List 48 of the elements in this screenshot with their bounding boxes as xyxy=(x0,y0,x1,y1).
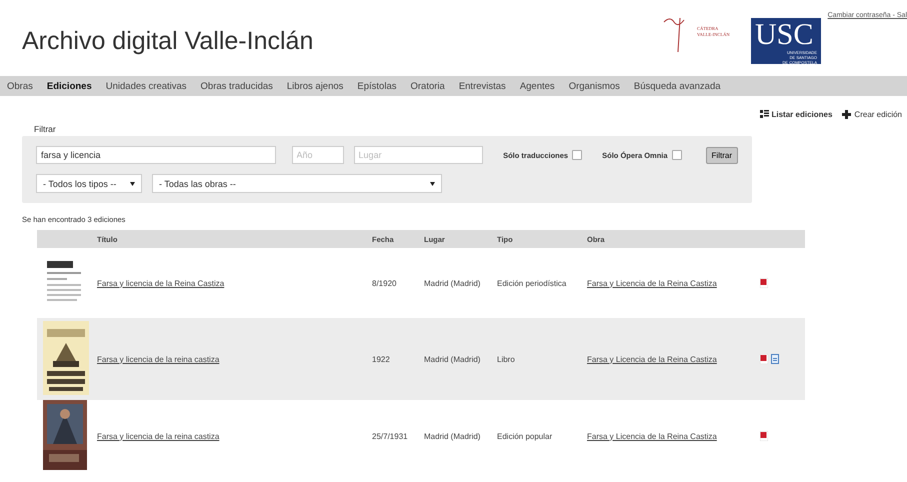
work-dropdown[interactable]: - Todas las obras -- xyxy=(152,174,442,193)
year-field[interactable]: Año xyxy=(292,146,344,164)
place-cell: Madrid (Madrid) xyxy=(424,432,480,440)
date-cell: 8/1920 xyxy=(372,278,396,288)
title-link[interactable]: Farsa y licencia de la reina castiza xyxy=(97,354,220,364)
place-field[interactable]: Lugar xyxy=(354,146,484,164)
nav-item[interactable]: Epístolas xyxy=(350,80,404,92)
nav-item[interactable]: Búsqueda avanzada xyxy=(626,80,728,92)
create-link[interactable]: Crear edición xyxy=(854,110,902,118)
filter-legend: Filtrar xyxy=(34,124,752,134)
nav-item[interactable]: Unidades creativas xyxy=(98,80,194,92)
caret-icon xyxy=(130,182,135,186)
nav-item[interactable]: Oratoria xyxy=(403,80,452,92)
document-file-icon[interactable] xyxy=(771,354,779,364)
nav-item[interactable]: Entrevistas xyxy=(452,80,513,92)
nav-item[interactable]: Ediciones xyxy=(40,80,99,92)
nav-item[interactable]: Organismos xyxy=(562,80,627,92)
nav-item[interactable]: Libros ajenos xyxy=(280,80,350,92)
pdf-file-icon[interactable] xyxy=(760,278,768,288)
pdf-file-icon[interactable] xyxy=(760,431,768,441)
place-cell: Madrid (Madrid) xyxy=(424,354,480,364)
caret-icon xyxy=(430,182,435,186)
date-cell: 25/7/1931 xyxy=(372,432,408,440)
list-link[interactable]: Listar ediciones xyxy=(772,110,832,118)
title-link[interactable]: Farsa y licencia de la Reina Castiza xyxy=(97,278,224,288)
list-icon xyxy=(760,110,768,118)
pdf-file-icon[interactable] xyxy=(760,354,768,364)
work-link[interactable]: Farsa y Licencia de la Reina Castiza xyxy=(587,278,717,288)
site-title: Archivo digital Valle-Inclán xyxy=(22,27,314,56)
type-cell: Edición popular xyxy=(497,432,552,440)
nav-item[interactable]: Obras traducidas xyxy=(194,80,280,92)
date-cell: 1922 xyxy=(372,354,390,364)
title-link[interactable]: Farsa y licencia de la reina castiza xyxy=(97,432,220,440)
type-dropdown[interactable]: - Todos los tipos -- xyxy=(36,174,142,193)
work-link[interactable]: Farsa y Licencia de la Reina Castiza xyxy=(587,354,717,364)
nav-item[interactable]: Obras xyxy=(0,80,40,92)
nav-item[interactable]: Agentes xyxy=(512,80,562,92)
place-cell: Madrid (Madrid) xyxy=(424,278,480,288)
work-link[interactable]: Farsa y Licencia de la Reina Castiza xyxy=(587,432,717,440)
checkbox[interactable] xyxy=(572,150,582,160)
plus-icon xyxy=(842,110,852,118)
filter-button[interactable]: Filtrar xyxy=(706,146,738,164)
type-cell: Edición periodística xyxy=(497,278,566,288)
search-field[interactable]: farsa y licencia xyxy=(36,146,276,164)
checkbox[interactable] xyxy=(672,150,682,160)
dropdown-value: - Todos los tipos -- xyxy=(43,178,116,188)
type-cell: Libro xyxy=(497,354,515,364)
dropdown-value: - Todas las obras -- xyxy=(159,178,236,188)
